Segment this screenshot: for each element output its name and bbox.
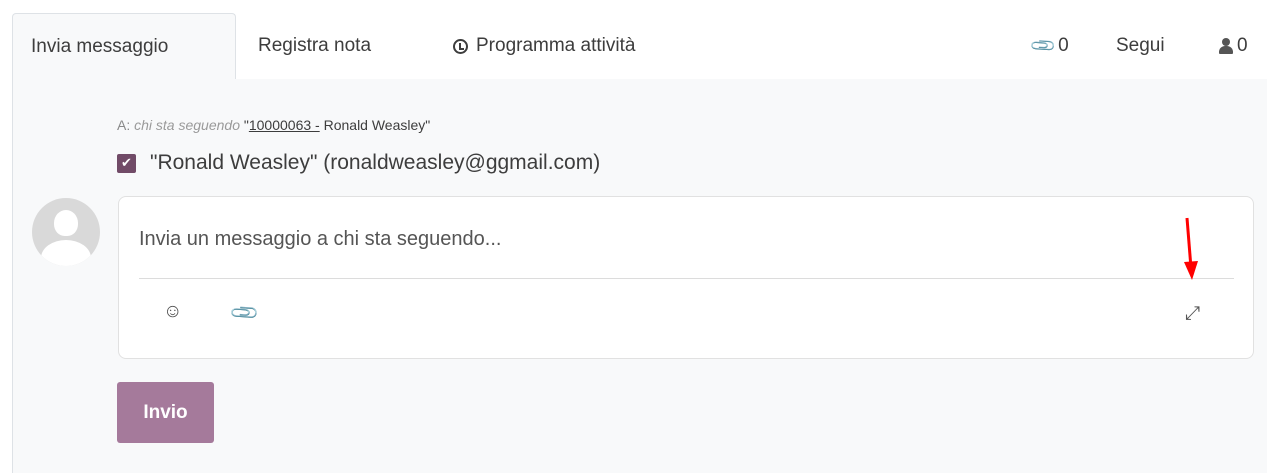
tab-log-note-label: Registra nota [258, 35, 372, 56]
follow-label: Segui [1116, 35, 1165, 56]
follow-button[interactable]: Segui [1116, 14, 1165, 78]
expand-icon[interactable]: ⤢ [1185, 303, 1200, 325]
follower-checkbox[interactable]: ✔ [117, 153, 136, 173]
tab-schedule-activity-label: Programma attività [476, 35, 636, 56]
tab-send-message[interactable]: Invia messaggio [12, 13, 236, 80]
attachments-button[interactable]: 📎 0 [1029, 14, 1069, 78]
tab-send-message-label: Invia messaggio [31, 36, 169, 57]
chatter-topbar: Invia messaggio Registra nota Programma … [0, 0, 1267, 80]
tab-log-note[interactable]: Registra nota [258, 14, 371, 78]
record-name: Ronald Weasley" [323, 117, 431, 133]
avatar [32, 198, 100, 266]
divider [139, 278, 1234, 279]
record-link[interactable]: 10000063 - [249, 117, 320, 133]
message-box: ☺ 📎 ⤢ [118, 196, 1254, 359]
recipients-italic: chi sta seguendo [134, 117, 240, 133]
paperclip-icon: 📎 [1029, 31, 1058, 60]
recipients-prefix: A: [117, 117, 131, 133]
annotation-arrow-icon [1184, 217, 1198, 280]
followers-button[interactable]: 0 [1219, 14, 1248, 78]
emoji-icon[interactable]: ☺ [163, 301, 182, 323]
follower-label: "Ronald Weasley" (ronaldweasley@ggmail.c… [150, 151, 601, 174]
user-icon [1219, 38, 1233, 54]
clock-icon [453, 38, 468, 54]
recipients-line: A: chi sta seguendo "10000063 - Ronald W… [117, 117, 430, 133]
tab-schedule-activity[interactable]: Programma attività [453, 14, 635, 78]
attachments-count: 0 [1058, 35, 1069, 56]
message-input[interactable] [139, 219, 1229, 259]
paperclip-icon[interactable]: 📎 [228, 296, 262, 330]
send-button[interactable]: Invio [117, 382, 214, 443]
followers-count: 0 [1237, 35, 1248, 56]
follower-recipient: ✔ "Ronald Weasley" (ronaldweasley@ggmail… [117, 150, 600, 176]
